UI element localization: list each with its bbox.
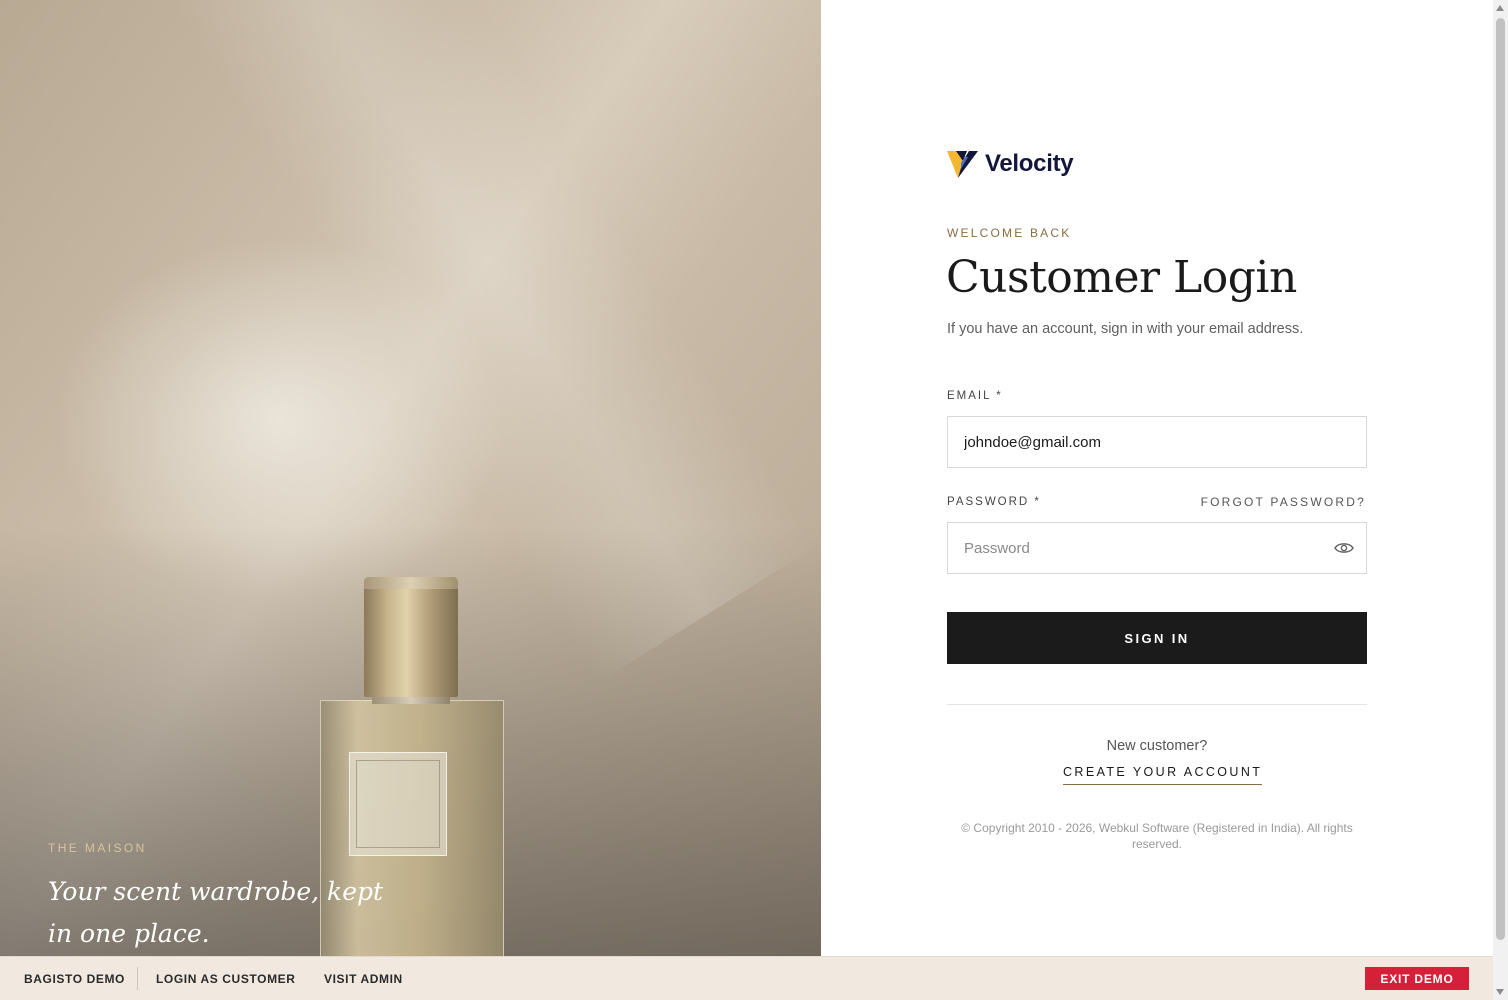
divider (947, 704, 1367, 705)
hero-kicker: THE MAISON (48, 841, 147, 855)
password-field-wrapper (947, 522, 1367, 574)
demo-bar: BAGISTO DEMO LOGIN AS CUSTOMER VISIT ADM… (0, 956, 1493, 1000)
page-subtitle: If you have an account, sign in with you… (947, 321, 1304, 337)
email-field[interactable] (948, 417, 1304, 467)
hero-image-panel: THE MAISON Your scent wardrobe, kept in … (0, 0, 821, 956)
scroll-up-arrow-icon[interactable] (1496, 5, 1504, 11)
create-account-link[interactable]: CREATE YOUR ACCOUNT (1063, 765, 1263, 785)
email-label: EMAIL * (947, 390, 1003, 402)
sign-in-button[interactable]: SIGN IN (947, 612, 1367, 664)
brand-name: Velocity (985, 150, 1074, 177)
scroll-thumb[interactable] (1496, 18, 1505, 940)
login-panel: Velocity WELCOME BACK Customer Login If … (821, 0, 1493, 956)
light-ray (120, 0, 818, 684)
welcome-kicker: WELCOME BACK (947, 226, 1072, 240)
scroll-down-arrow-icon[interactable] (1496, 989, 1504, 995)
password-field[interactable] (948, 523, 1304, 573)
demo-bar-separator (137, 967, 138, 990)
forgot-password-link[interactable]: FORGOT PASSWORD? (1201, 495, 1366, 509)
brand-logo[interactable]: Velocity (947, 148, 1074, 180)
perfume-bottle-cap (364, 577, 458, 697)
copyright-text: © Copyright 2010 - 2026, Webkul Software… (961, 821, 1353, 851)
password-label: PASSWORD * (947, 496, 1041, 508)
demo-bar-item-visit-admin[interactable]: VISIT ADMIN (324, 972, 403, 986)
exit-demo-button[interactable]: EXIT DEMO (1365, 967, 1469, 990)
new-customer-text: New customer? (1106, 738, 1208, 754)
perfume-bottle-label (349, 752, 447, 856)
page-scrollbar[interactable] (1493, 0, 1508, 1000)
velocity-v-logo-icon (947, 151, 978, 178)
demo-bar-item-login-as-customer[interactable]: LOGIN AS CUSTOMER (156, 972, 296, 986)
eye-icon[interactable] (1334, 540, 1354, 556)
demo-bar-item-bagisto-demo[interactable]: BAGISTO DEMO (24, 972, 125, 986)
email-field-wrapper (947, 416, 1367, 468)
page-title: Customer Login (946, 252, 1297, 303)
hero-tagline: Your scent wardrobe, kept in one place. (48, 877, 384, 948)
